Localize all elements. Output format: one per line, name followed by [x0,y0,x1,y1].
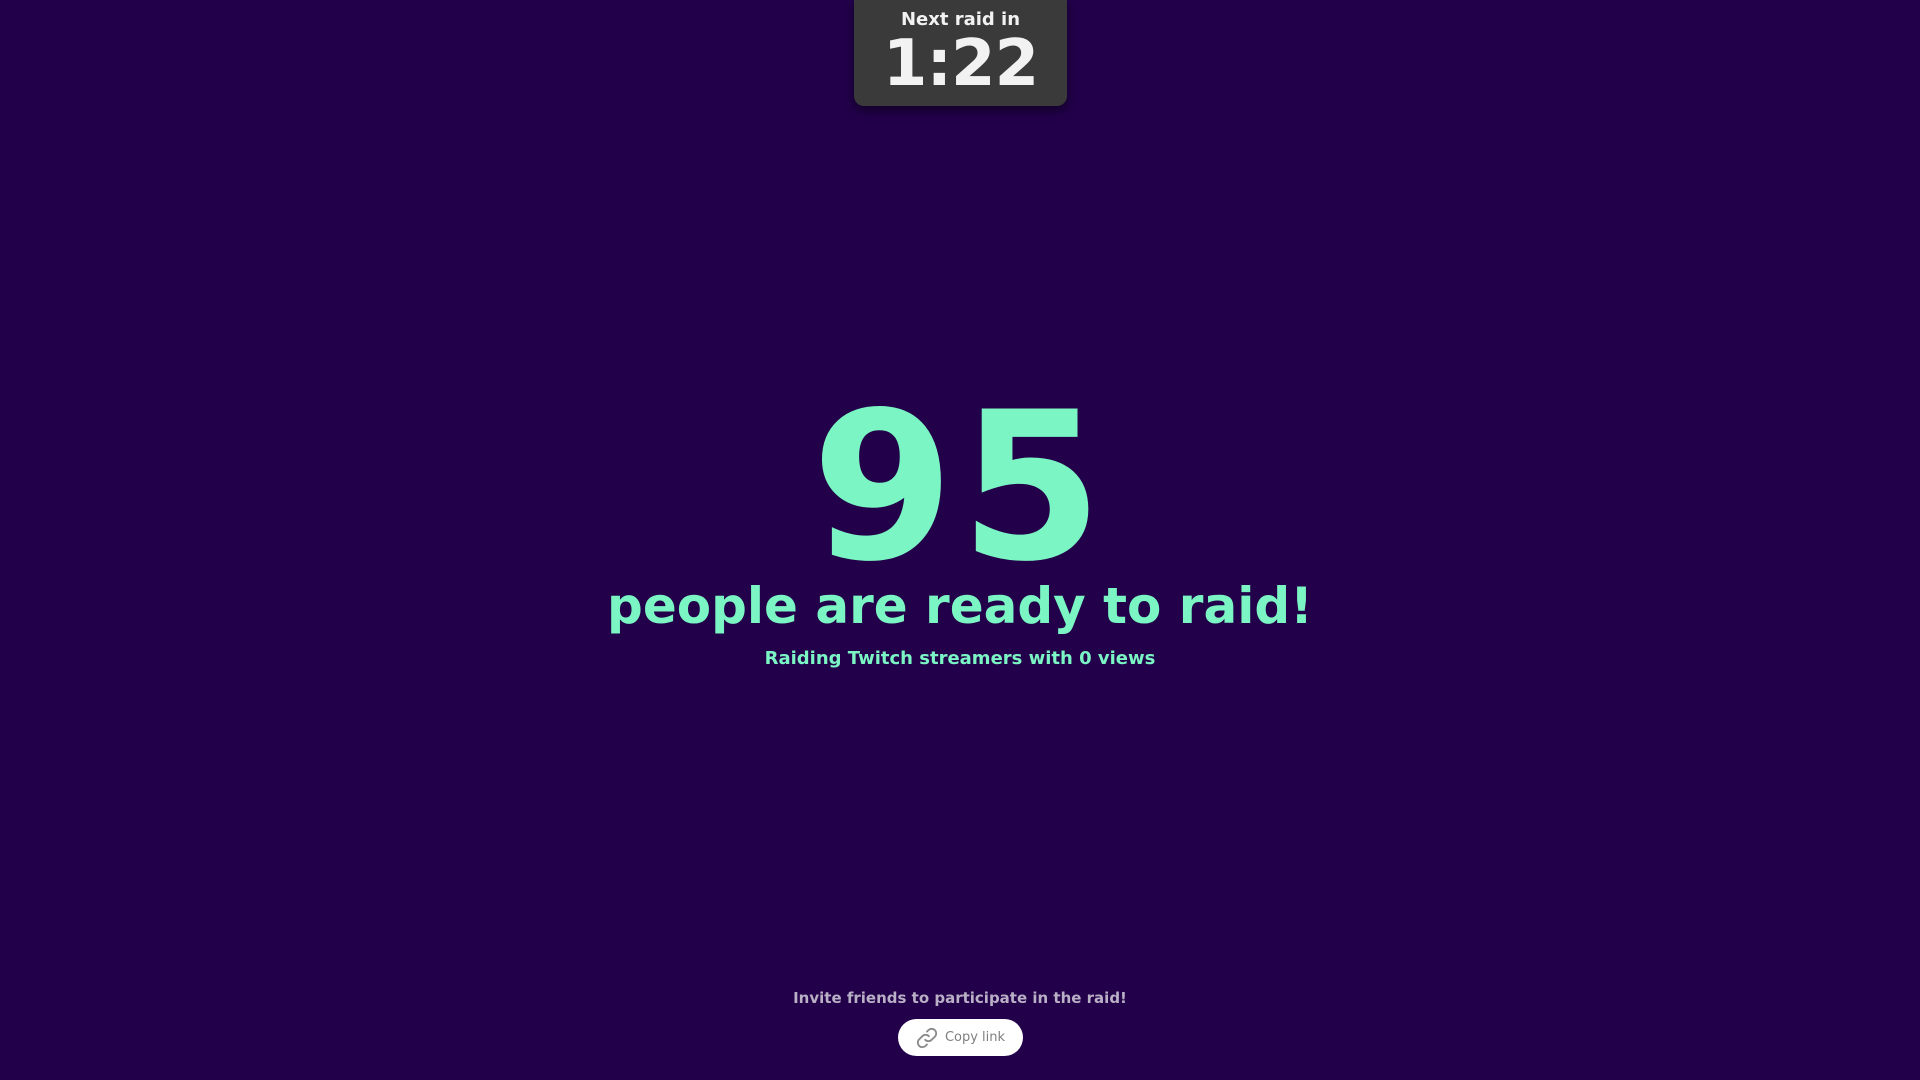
copy-link-label: Copy link [944,1030,1006,1045]
copy-link-button[interactable]: Copy link [898,1019,1023,1056]
raid-description: Raiding Twitch streamers with 0 views [764,648,1156,669]
ready-count: 95 [811,369,1109,607]
timer-countdown: 1:22 [882,27,1039,101]
ready-headline: people are ready to raid! [607,577,1313,635]
raid-timer-panel: Next raid in 1:22 [854,0,1067,106]
invite-text: Invite friends to participate in the rai… [793,989,1127,1007]
link-icon [916,1027,938,1049]
